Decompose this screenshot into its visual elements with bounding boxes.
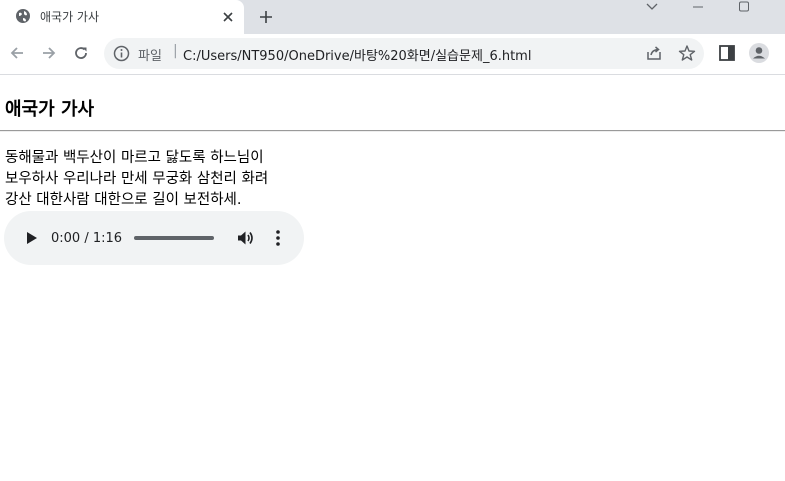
lyrics-line: 보우하사 우리나라 만세 무궁화 삼천리 화려 [5,171,269,187]
close-tab-icon[interactable] [219,8,237,26]
page-content: 애국가 가사 동해물과 백두산이 마르고 닳도록 하느님이 보우하사 우리나라 … [0,75,785,481]
minimize-icon[interactable] [686,0,710,14]
tab-strip: 애국가 가사 [0,0,785,34]
new-tab-icon[interactable] [255,6,277,28]
url-text[interactable]: C:/Users/NT950/OneDrive/바탕%20화면/실습문제_6.h… [183,45,531,64]
lyrics-line: 동해물과 백두산이 마르고 닳도록 하느님이 [5,150,264,166]
audio-time-display: 0:00 / 1:16 [51,231,123,246]
audio-seek-bar[interactable] [134,236,214,240]
audio-player: 0:00 / 1:16 [4,211,304,265]
tab-active[interactable]: 애국가 가사 [0,0,244,34]
more-options-icon[interactable] [270,228,286,248]
profile-avatar-icon[interactable] [748,42,770,64]
globe-icon [16,9,30,23]
horizontal-rule [0,130,785,132]
share-icon[interactable] [645,44,663,62]
bookmark-star-icon[interactable] [678,44,696,62]
tab-title: 애국가 가사 [40,10,100,24]
maximize-icon[interactable] [732,0,756,14]
reload-icon[interactable] [68,40,94,66]
url-scheme-label: 파일 [138,49,162,64]
page-heading: 애국가 가사 [5,99,95,120]
play-icon[interactable] [22,229,40,247]
lyrics-paragraph: 동해물과 백두산이 마르고 닳도록 하느님이 보우하사 우리나라 만세 무궁화 … [5,148,268,211]
forward-arrow-icon[interactable] [36,40,62,66]
lyrics-line: 강산 대한사람 대한으로 길이 보전하세. [5,192,242,208]
back-arrow-icon[interactable] [4,40,30,66]
volume-icon[interactable] [235,228,255,248]
browser-toolbar: 파일 | C:/Users/NT950/OneDrive/바탕%20화면/실습문… [0,34,785,74]
side-panel-icon[interactable] [718,44,736,62]
address-separator: | [173,43,178,59]
tab-search-chevron-icon[interactable] [640,0,664,14]
address-bar[interactable]: 파일 | C:/Users/NT950/OneDrive/바탕%20화면/실습문… [104,38,704,69]
info-icon[interactable] [113,45,130,62]
